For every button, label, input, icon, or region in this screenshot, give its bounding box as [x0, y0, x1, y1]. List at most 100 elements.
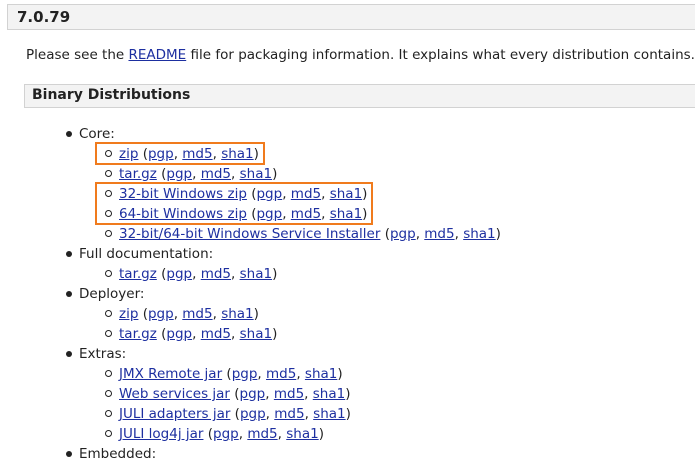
md5-link[interactable]: md5 [201, 166, 231, 182]
sha1-link[interactable]: sha1 [286, 426, 318, 442]
separator: , [265, 386, 274, 402]
download-link-juli-adapters-jar[interactable]: JULI adapters jar [119, 406, 230, 422]
download-link-jmx-remote-jar[interactable]: JMX Remote jar [119, 366, 222, 382]
download-link-32-bit-64-bit-windows-service-installer[interactable]: 32-bit/64-bit Windows Service Installer [119, 226, 380, 242]
pgp-link[interactable]: pgp [232, 366, 258, 382]
download-link-zip[interactable]: zip [119, 306, 138, 322]
disc-bullet-icon [66, 351, 72, 357]
version-title: 7.0.79 [17, 8, 71, 26]
md5-link[interactable]: md5 [274, 406, 304, 422]
circle-bullet-icon [105, 310, 112, 317]
pgp-link[interactable]: pgp [213, 426, 239, 442]
group-full-documentation: Full documentation: [0, 244, 501, 264]
download-item-juli-adapters-jar: JULI adapters jar (pgp, md5, sha1) [0, 404, 501, 424]
circle-bullet-icon [105, 330, 112, 337]
circle-bullet-icon [105, 170, 112, 177]
group-embedded: Embedded: [0, 444, 501, 464]
highlight-box [95, 182, 374, 225]
pgp-link[interactable]: pgp [240, 386, 266, 402]
download-item-jmx-remote-jar: JMX Remote jar (pgp, md5, sha1) [0, 364, 501, 384]
disc-bullet-icon [66, 451, 72, 457]
circle-bullet-icon [105, 370, 112, 377]
sha1-link[interactable]: sha1 [313, 386, 345, 402]
readme-link[interactable]: README [128, 47, 186, 63]
group-extras: Extras: [0, 344, 501, 364]
paren-open: ( [138, 306, 148, 322]
md5-link[interactable]: md5 [424, 226, 454, 242]
separator: , [192, 166, 201, 182]
sha1-link[interactable]: sha1 [221, 306, 253, 322]
download-item-tar-gz: tar.gz (pgp, md5, sha1) [0, 264, 501, 284]
distribution-list: Core: zip (pgp, md5, sha1) tar.gz (pgp, md… [0, 124, 501, 464]
md5-link[interactable]: md5 [201, 266, 231, 282]
version-header: 7.0.79 [7, 4, 695, 30]
paren-open: ( [229, 386, 240, 402]
download-link-tar-gz[interactable]: tar.gz [119, 166, 157, 182]
separator: , [296, 366, 305, 382]
paren-open: ( [380, 226, 390, 242]
pgp-link[interactable]: pgp [166, 166, 192, 182]
pgp-link[interactable]: pgp [148, 306, 174, 322]
md5-link[interactable]: md5 [274, 386, 304, 402]
download-item-32-bit-64-bit-windows-service-installer: 32-bit/64-bit Windows Service Installer … [0, 224, 501, 244]
paren-open: ( [222, 366, 232, 382]
paren-close: ) [272, 266, 278, 282]
paren-close: ) [337, 366, 343, 382]
sha1-link[interactable]: sha1 [463, 226, 495, 242]
sha1-link[interactable]: sha1 [240, 166, 272, 182]
pgp-link[interactable]: pgp [166, 326, 192, 342]
paren-open: ( [156, 266, 167, 282]
circle-bullet-icon [105, 430, 112, 437]
md5-link[interactable]: md5 [266, 366, 296, 382]
separator: , [212, 306, 222, 322]
paren-open: ( [203, 426, 214, 442]
md5-link[interactable]: md5 [182, 306, 212, 322]
circle-bullet-icon [105, 410, 112, 417]
group-label: Full documentation: [79, 246, 214, 262]
disc-bullet-icon [66, 131, 72, 137]
paren-open: ( [156, 326, 167, 342]
paren-close: ) [345, 386, 351, 402]
separator: , [415, 226, 425, 242]
separator: , [192, 266, 201, 282]
pgp-link[interactable]: pgp [390, 226, 416, 242]
download-link-juli-log4j-jar[interactable]: JULI log4j jar [119, 426, 203, 442]
separator: , [454, 226, 464, 242]
paren-close: ) [318, 426, 324, 442]
download-link-tar-gz[interactable]: tar.gz [119, 266, 157, 282]
binary-distributions-header: Binary Distributions [24, 84, 695, 108]
paren-close: ) [495, 226, 501, 242]
pgp-link[interactable]: pgp [166, 266, 192, 282]
paren-close: ) [272, 166, 278, 182]
group-core: Core: [0, 124, 501, 144]
download-item-zip: zip (pgp, md5, sha1) [0, 304, 501, 324]
separator: , [257, 366, 266, 382]
separator: , [304, 386, 313, 402]
md5-link[interactable]: md5 [201, 326, 231, 342]
disc-bullet-icon [66, 251, 72, 257]
separator: , [304, 406, 314, 422]
download-link-tar-gz[interactable]: tar.gz [119, 326, 157, 342]
group-label: Extras: [79, 346, 127, 362]
group-label: Core: [79, 126, 115, 142]
sha1-link[interactable]: sha1 [313, 406, 345, 422]
intro-text: Please see the README file for packaging… [26, 47, 695, 63]
separator: , [231, 326, 240, 342]
md5-link[interactable]: md5 [247, 426, 277, 442]
separator: , [231, 266, 240, 282]
separator: , [265, 406, 275, 422]
download-item-web-services-jar: Web services jar (pgp, md5, sha1) [0, 384, 501, 404]
paren-open: ( [156, 166, 167, 182]
intro-after: file for packaging information. It expla… [186, 47, 695, 63]
download-link-web-services-jar[interactable]: Web services jar [119, 386, 230, 402]
separator: , [173, 306, 183, 322]
sha1-link[interactable]: sha1 [240, 266, 272, 282]
sha1-link[interactable]: sha1 [305, 366, 337, 382]
download-item-tar-gz: tar.gz (pgp, md5, sha1) [0, 324, 501, 344]
intro-before: Please see the [26, 47, 129, 63]
pgp-link[interactable]: pgp [240, 406, 266, 422]
group-label: Embedded: [79, 446, 157, 462]
sha1-link[interactable]: sha1 [240, 326, 272, 342]
download-item-juli-log4j-jar: JULI log4j jar (pgp, md5, sha1) [0, 424, 501, 444]
circle-bullet-icon [105, 390, 112, 397]
